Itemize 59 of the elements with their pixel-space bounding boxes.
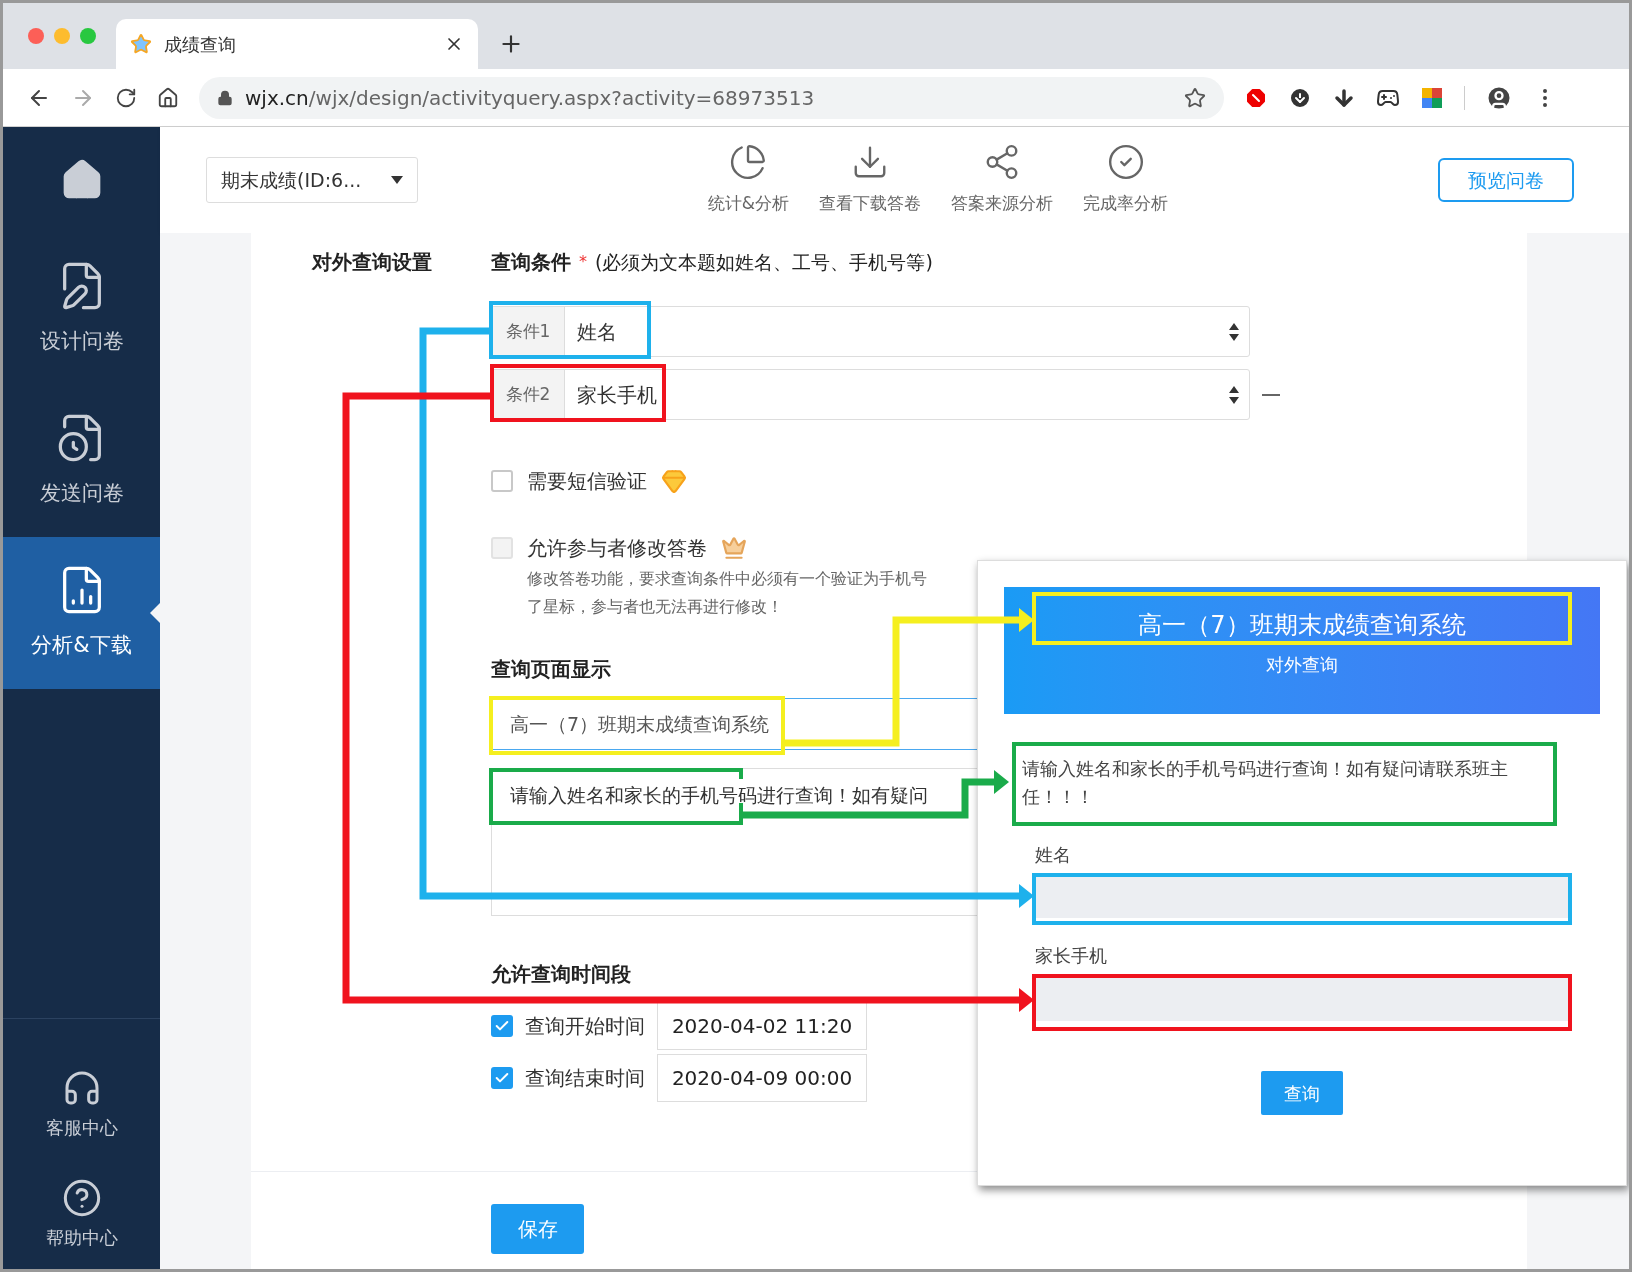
sidebar-footer-item[interactable]: 客服中心 (3, 1049, 160, 1159)
option-label: 允许参与者修改答卷 (527, 535, 707, 562)
colorful-extension-icon[interactable] (1420, 85, 1444, 110)
toolbar-nav-item[interactable]: 统计&分析 (707, 143, 790, 217)
reload-icon[interactable] (115, 86, 137, 109)
toolbar-nav-item[interactable]: 完成率分析 (1083, 143, 1169, 217)
conditions-hint: (必须为文本题如姓名、工号、手机号等) (595, 249, 933, 275)
section-label: 对外查询设置 (312, 249, 432, 276)
time-label: 查询结束时间 (525, 1065, 645, 1092)
display-heading: 查询页面显示 (491, 656, 611, 683)
condition-value: 家长手机 (576, 381, 658, 409)
crown-icon (721, 535, 747, 561)
date-time-input[interactable]: 2020-04-02 11:20 (657, 1002, 867, 1050)
checkbox[interactable] (491, 1067, 513, 1089)
condition-select[interactable]: 条件2 家长手机 (491, 369, 1250, 420)
input-field[interactable] (1035, 975, 1571, 1021)
input-field[interactable] (1035, 874, 1571, 918)
tab-title: 成绩查询 (164, 32, 237, 57)
lock-icon (217, 89, 233, 106)
required-mark: * (579, 251, 587, 273)
caret-icon (391, 176, 403, 184)
checkbox[interactable] (491, 470, 513, 492)
survey-select[interactable]: 期末成绩(ID:6... (206, 157, 418, 203)
date-time-input[interactable]: 2020-04-09 00:00 (657, 1054, 867, 1102)
time-label: 查询开始时间 (525, 1013, 645, 1040)
conditions-heading: 查询条件 (491, 249, 571, 276)
check-circle-icon (1106, 143, 1145, 182)
diamond-icon (661, 468, 687, 494)
field-label: 家长手机 (1035, 943, 1107, 968)
toolbar-nav-item[interactable]: 查看下载答卷 (819, 143, 922, 217)
sidebar-item[interactable]: 分析&下载 (3, 537, 160, 689)
star-icon (130, 33, 152, 55)
pie-chart-icon (729, 143, 768, 182)
up-down-caret-icon (1229, 385, 1239, 404)
condition-value: 姓名 (576, 318, 618, 346)
option-label: 需要短信验证 (527, 468, 647, 495)
checkbox[interactable] (491, 1015, 513, 1037)
up-down-caret-icon (1229, 322, 1239, 341)
sidebar-footer-item[interactable]: 帮助中心 (3, 1159, 160, 1269)
remove-icon[interactable] (1262, 393, 1280, 396)
home-icon[interactable] (157, 86, 179, 109)
bookmark-star-icon[interactable] (1184, 86, 1206, 109)
browser-tab[interactable]: 成绩查询 (116, 19, 478, 69)
preview-intro: 请输入姓名和家长的手机号码进行查询！如有疑问请联系班主任！！！ (1012, 742, 1557, 826)
condition-prefix: 条件1 (492, 307, 565, 356)
address-bar[interactable]: wjx.cn/wjx/design/activityquery.aspx?activity=68973513 (199, 76, 1224, 119)
option-note: 了星标，参与者也无法再进行修改！ (526, 596, 784, 618)
sidebar-item[interactable]: 设计问卷 (3, 233, 160, 385)
toolbar-nav-item[interactable]: 答案来源分析 (951, 143, 1054, 217)
field-label: 姓名 (1035, 842, 1071, 867)
preview-title: 高一（7）班期末成绩查询系统 (1138, 610, 1466, 641)
option-note: 修改答卷功能，要求查询条件中必须有一个验证为手机号 (526, 568, 928, 590)
help-icon (61, 1177, 102, 1218)
url-text: wjx.cn/wjx/design/activityquery.aspx?activity=68973513 (245, 84, 816, 112)
sidebar-item[interactable]: 发送问卷 (3, 385, 160, 537)
condition-prefix: 条件2 (492, 370, 565, 419)
time-heading: 允许查询时间段 (491, 961, 631, 988)
condition-select[interactable]: 条件1 姓名 (491, 306, 1250, 357)
preview-subtitle: 对外查询 (1266, 653, 1338, 677)
